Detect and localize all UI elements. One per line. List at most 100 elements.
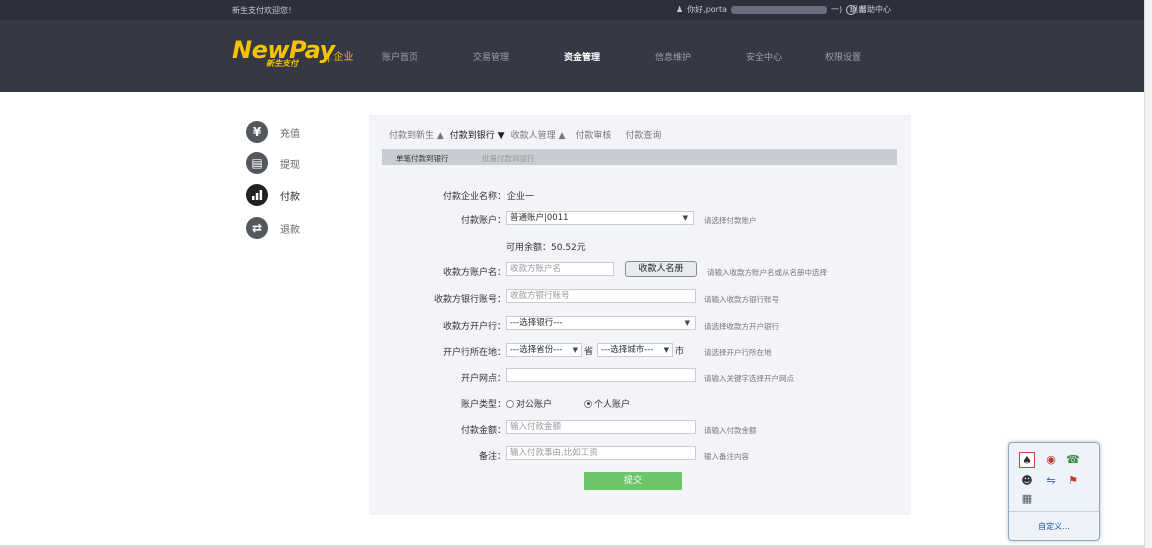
chevron-down-icon: ▼ <box>572 346 578 354</box>
tab-payment-review[interactable]: 付款审核 <box>575 128 611 141</box>
sidebar-item-payment[interactable]: 付款 <box>246 184 300 206</box>
nav-info[interactable]: 信息维护 <box>655 50 691 63</box>
chevron-down-icon: ▼ <box>684 319 690 327</box>
bank-account-hint: 请输入收款方银行账号 <box>704 295 779 304</box>
radio-checked-icon <box>584 399 592 408</box>
nav-account-home[interactable]: 账户首页 <box>382 50 418 63</box>
submit-button[interactable]: 提交 <box>584 472 682 490</box>
radio-public-label: 对公账户 <box>516 400 553 410</box>
sidebar-item-recharge[interactable]: ¥ 充值 <box>246 121 300 143</box>
radio-public-account[interactable]: 对公账户 <box>506 397 552 410</box>
account-type-label: 账户类型： <box>460 400 506 410</box>
sidebar-item-label: 充值 <box>280 128 300 140</box>
bank-select[interactable]: ---选择银行--- ▼ <box>506 316 696 330</box>
city-select-value: ---选择城市--- <box>601 345 654 355</box>
tray-divider <box>1009 511 1099 512</box>
user-icon: ♟ <box>676 5 684 14</box>
bank-account-label: 收款方银行账号： <box>433 295 506 305</box>
bank-label: 收款方开户行： <box>442 322 506 332</box>
tray-overflow-popup: ♠ ◉ ☎ ☻ ⇋ ⚑ ▦ 自定义... <box>1008 442 1100 541</box>
help-text: 帮助中心 <box>859 5 891 14</box>
logo-subtext: 新生支付 <box>266 59 298 68</box>
qq-icon[interactable]: ☻ <box>1019 473 1035 489</box>
payee-name-hint: 请输入收款方账户名或从名册中选择 <box>707 268 827 277</box>
sidebar-item-withdraw[interactable]: ▤ 提现 <box>246 152 300 174</box>
network-icon[interactable]: ⇋ <box>1043 473 1059 489</box>
sidebar-item-label: 退款 <box>280 224 300 236</box>
location-label: 开户行所在地： <box>442 348 506 358</box>
security-app-icon[interactable]: ⚑ <box>1065 473 1081 489</box>
payee-book-button-label: 收款人名册 <box>638 264 684 274</box>
amount-input[interactable]: 输入付款金额 <box>506 420 696 434</box>
payee-name-label: 收款方账户名： <box>442 268 506 278</box>
amount-label: 付款金额： <box>460 426 506 436</box>
account-select[interactable]: 普通账户|0011 ▼ <box>506 211 694 225</box>
bar-chart-icon <box>246 184 268 206</box>
nav-transaction[interactable]: 交易管理 <box>473 50 509 63</box>
province-select-value: ---选择省份--- <box>510 345 563 355</box>
help-link[interactable]: ? 帮助中心 <box>846 4 891 15</box>
enterprise-label: | 企业 <box>327 52 354 63</box>
balance-value: 50.52元 <box>551 243 586 253</box>
green-app-icon[interactable]: ☎ <box>1065 452 1081 468</box>
radio-private-account[interactable]: 个人账户 <box>584 397 630 410</box>
province-unit: 省 <box>584 347 594 357</box>
account-select-value: 普通账户|0011 <box>510 213 569 223</box>
memo-input[interactable]: 输入付款事由,比如工资 <box>506 446 696 460</box>
user-area: ♟ 你好,porta 一) 退出 <box>676 4 866 15</box>
chevron-down-icon: ▼ <box>682 214 688 222</box>
city-unit: 市 <box>675 347 685 357</box>
tray-customize-link[interactable]: 自定义... <box>1009 521 1099 532</box>
top-header: 新生支付欢迎您！ ♟ 你好,porta 一) 退出 ? 帮助中心 NewPay … <box>0 0 1144 92</box>
account-label: 付款账户： <box>460 216 506 226</box>
chevron-down-icon: ▼ <box>663 346 669 354</box>
nav-funds[interactable]: 资金管理 <box>564 50 600 63</box>
balance-label: 可用余额： <box>506 243 552 253</box>
nav-security[interactable]: 安全中心 <box>746 50 782 63</box>
memo-hint: 输入备注内容 <box>704 452 749 461</box>
user-suffix: 一) <box>831 5 843 14</box>
payee-name-input[interactable]: 收款方账户名 <box>506 262 614 276</box>
nav-permission[interactable]: 权限设置 <box>825 50 861 63</box>
payee-book-button[interactable]: 收款人名册 <box>625 261 697 277</box>
red-app-icon[interactable]: ◉ <box>1043 452 1059 468</box>
vertical-scrollbar[interactable] <box>1144 0 1152 548</box>
radio-private-label: 个人账户 <box>594 400 631 410</box>
tab-payee-management[interactable]: 收款人管理 ▲ <box>511 128 566 141</box>
subtab-single-payment[interactable]: 单笔付款到银行 <box>396 153 449 164</box>
newpay-logo[interactable]: NewPay 新生支付 <box>232 38 335 68</box>
bank-account-input[interactable]: 收款方银行账号 <box>506 289 696 303</box>
balance-row: 可用余额：50.52元 <box>506 240 586 253</box>
sidebar-item-label: 提现 <box>280 159 300 171</box>
province-select[interactable]: ---选择省份--- ▼ <box>506 343 582 357</box>
help-icon: ? <box>846 4 856 15</box>
username-redacted <box>731 5 828 14</box>
welcome-text: 新生支付欢迎您！ <box>232 6 296 15</box>
monitor-app-icon[interactable]: ▦ <box>1019 491 1035 507</box>
yen-icon: ¥ <box>246 121 268 143</box>
bank-hint: 请选择收款方开户银行 <box>704 322 779 331</box>
bank-select-value: ---选择银行--- <box>510 318 563 328</box>
location-hint: 请选择开户行所在地 <box>704 348 772 357</box>
top-strip <box>0 0 1144 20</box>
shield-app-icon[interactable]: ♠ <box>1019 452 1035 468</box>
tab-pay-to-bank[interactable]: 付款到银行 ▼ <box>450 128 505 141</box>
withdraw-icon: ▤ <box>246 152 268 174</box>
account-hint: 请选择付款账户 <box>704 216 757 225</box>
radio-icon <box>506 399 514 408</box>
branch-input[interactable] <box>506 368 696 382</box>
greeting-text: 你好,porta <box>687 5 728 14</box>
branch-hint: 请输入关键字选择开户网点 <box>704 374 794 383</box>
tab-pay-to-newpay[interactable]: 付款到新生 ▲ <box>389 128 444 141</box>
company-label: 付款企业名称： <box>442 192 506 202</box>
branch-label: 开户网点： <box>460 374 506 384</box>
sidebar-item-label: 付款 <box>280 191 300 203</box>
sidebar-item-refund[interactable]: ⇄ 退款 <box>246 217 300 239</box>
subtab-batch-payment[interactable]: 批量付款到银行 <box>482 153 535 164</box>
company-value: 企业一 <box>507 192 535 202</box>
tab-payment-query[interactable]: 付款查询 <box>625 128 661 141</box>
city-select[interactable]: ---选择城市--- ▼ <box>597 343 673 357</box>
payment-tabs: 付款到新生 ▲ 付款到银行 ▼ 收款人管理 ▲ 付款审核 付款查询 <box>389 128 661 141</box>
memo-label: 备注： <box>478 452 506 462</box>
subtab-bar: 单笔付款到银行 批量付款到银行 <box>382 149 897 165</box>
